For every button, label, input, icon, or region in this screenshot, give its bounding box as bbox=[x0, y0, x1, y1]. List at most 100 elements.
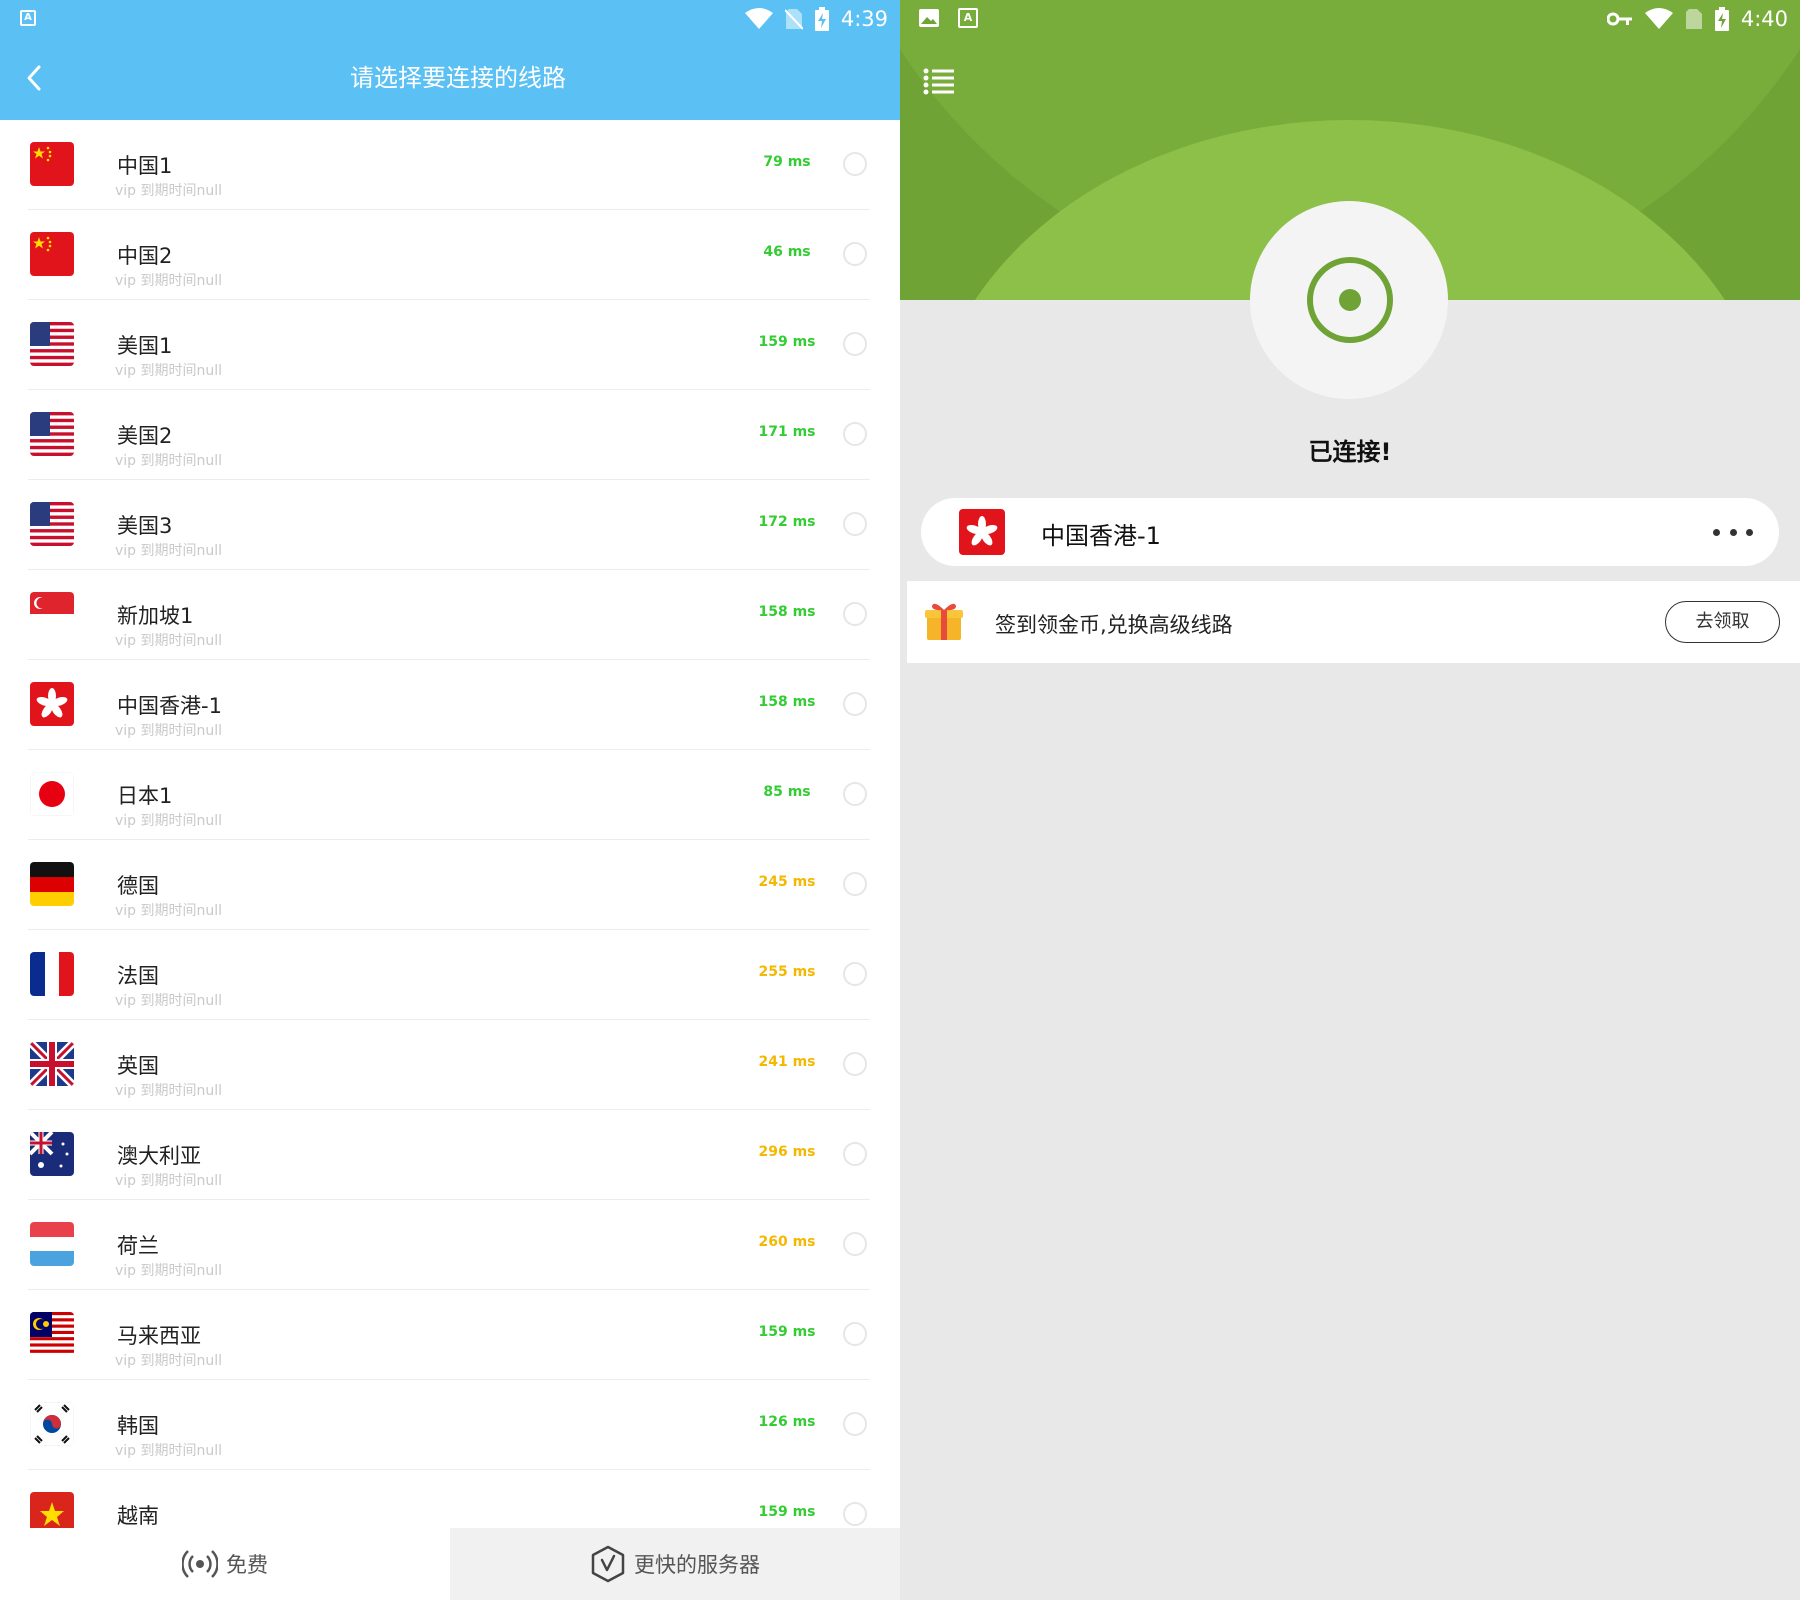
cn-flag-icon bbox=[30, 232, 74, 276]
server-radio-button[interactable] bbox=[843, 1142, 867, 1166]
server-list[interactable]: 中国1 vip 到期时间null 79 ms 中国2 vip 到期时间null 46 ms… bbox=[0, 120, 900, 1528]
no-sim-icon bbox=[1685, 9, 1702, 29]
server-radio-button[interactable] bbox=[843, 872, 867, 896]
claim-button[interactable]: 去领取 bbox=[1665, 601, 1780, 643]
more-options-icon[interactable] bbox=[1713, 520, 1753, 544]
server-row[interactable]: 美国3 vip 到期时间null 172 ms bbox=[0, 480, 900, 570]
connected-power-icon bbox=[1307, 257, 1393, 343]
server-name: 美国2 bbox=[117, 424, 173, 448]
server-name: 德国 bbox=[117, 874, 159, 898]
reward-banner: 签到领金币,兑换高级线路 去领取 bbox=[907, 581, 1800, 663]
server-vip-expiry: vip 到期时间null bbox=[115, 1083, 223, 1099]
status-time: 4:39 bbox=[840, 7, 888, 31]
tab-free[interactable]: 免费 bbox=[0, 1528, 450, 1600]
server-vip-expiry: vip 到期时间null bbox=[115, 993, 223, 1009]
server-vip-expiry: vip 到期时间null bbox=[115, 453, 223, 469]
server-name: 澳大利亚 bbox=[117, 1144, 201, 1168]
current-server-card[interactable]: 中国香港-1 bbox=[921, 498, 1779, 566]
server-vip-expiry: vip 到期时间null bbox=[115, 1353, 223, 1369]
server-row[interactable]: 新加坡1 vip 到期时间null 158 ms bbox=[0, 570, 900, 660]
server-vip-expiry: vip 到期时间null bbox=[115, 1173, 223, 1189]
server-row[interactable]: 美国1 vip 到期时间null 159 ms bbox=[0, 300, 900, 390]
server-name: 日本1 bbox=[117, 784, 173, 808]
de-flag-icon bbox=[30, 862, 74, 906]
server-radio-button[interactable] bbox=[843, 962, 867, 986]
server-latency: 85 ms bbox=[763, 784, 811, 800]
server-latency: 158 ms bbox=[758, 604, 816, 620]
server-name: 荷兰 bbox=[117, 1234, 159, 1258]
server-radio-button[interactable] bbox=[843, 1322, 867, 1346]
fr-flag-icon bbox=[30, 952, 74, 996]
server-row[interactable]: 越南 159 ms bbox=[0, 1470, 900, 1528]
server-radio-button[interactable] bbox=[843, 512, 867, 536]
server-vip-expiry: vip 到期时间null bbox=[115, 183, 223, 199]
server-vip-expiry: vip 到期时间null bbox=[115, 813, 223, 829]
server-row[interactable]: 中国1 vip 到期时间null 79 ms bbox=[0, 120, 900, 210]
server-row[interactable]: 法国 vip 到期时间null 255 ms bbox=[0, 930, 900, 1020]
us-flag-icon bbox=[30, 322, 74, 366]
server-row[interactable]: 澳大利亚 vip 到期时间null 296 ms bbox=[0, 1110, 900, 1200]
server-radio-button[interactable] bbox=[843, 782, 867, 806]
nl-flag-icon bbox=[30, 1222, 74, 1266]
menu-list-icon[interactable] bbox=[922, 66, 956, 96]
au-flag-icon bbox=[30, 1132, 74, 1176]
server-name: 美国3 bbox=[117, 514, 173, 538]
hk-flag-icon bbox=[30, 682, 74, 726]
server-radio-button[interactable] bbox=[843, 692, 867, 716]
tab-faster-label: 更快的服务器 bbox=[634, 1553, 760, 1577]
server-row[interactable]: 韩国 vip 到期时间null 126 ms bbox=[0, 1380, 900, 1470]
broadcast-icon bbox=[182, 1550, 218, 1578]
status-bar: A 4:40 bbox=[900, 0, 1800, 37]
server-latency: 158 ms bbox=[758, 694, 816, 710]
server-latency: 159 ms bbox=[758, 334, 816, 350]
server-name: 美国1 bbox=[117, 334, 173, 358]
server-radio-button[interactable] bbox=[843, 1502, 867, 1526]
server-radio-button[interactable] bbox=[843, 1232, 867, 1256]
server-name: 越南 bbox=[117, 1504, 159, 1528]
server-row[interactable]: 英国 vip 到期时间null 241 ms bbox=[0, 1020, 900, 1110]
my-flag-icon bbox=[30, 1312, 74, 1356]
tab-faster-servers[interactable]: 更快的服务器 bbox=[450, 1528, 900, 1600]
status-bar: A 4:39 bbox=[0, 0, 900, 37]
server-name: 法国 bbox=[117, 964, 159, 988]
server-latency: 255 ms bbox=[758, 964, 816, 980]
server-latency: 171 ms bbox=[758, 424, 816, 440]
vn-flag-icon bbox=[30, 1492, 74, 1528]
gb-flag-icon bbox=[30, 1042, 74, 1086]
server-row[interactable]: 德国 vip 到期时间null 245 ms bbox=[0, 840, 900, 930]
shield-check-icon bbox=[591, 1545, 625, 1583]
bottom-tab-bar: 免费 更快的服务器 bbox=[0, 1528, 900, 1600]
notification-app-icon: A bbox=[20, 10, 36, 26]
server-row[interactable]: 中国2 vip 到期时间null 46 ms bbox=[0, 210, 900, 300]
server-vip-expiry: vip 到期时间null bbox=[115, 1263, 223, 1279]
server-vip-expiry: vip 到期时间null bbox=[115, 273, 223, 289]
connected-screen: A 4:40 已连接! 中国香港-1 签到领金币,兑换高级线路 去领取 bbox=[900, 0, 1800, 1600]
server-latency: 46 ms bbox=[763, 244, 811, 260]
server-radio-button[interactable] bbox=[843, 1052, 867, 1076]
server-radio-button[interactable] bbox=[843, 332, 867, 356]
server-row[interactable]: 荷兰 vip 到期时间null 260 ms bbox=[0, 1200, 900, 1290]
server-row[interactable]: 中国香港-1 vip 到期时间null 158 ms bbox=[0, 660, 900, 750]
current-server-name: 中国香港-1 bbox=[1041, 522, 1161, 550]
server-row[interactable]: 日本1 vip 到期时间null 85 ms bbox=[0, 750, 900, 840]
server-select-screen: A 4:39 请选择要连接的线路 中国1 vip 到期时间null 79 ms 中国2… bbox=[0, 0, 900, 1600]
sg-flag-icon bbox=[30, 592, 74, 636]
server-radio-button[interactable] bbox=[843, 602, 867, 626]
server-radio-button[interactable] bbox=[843, 242, 867, 266]
server-radio-button[interactable] bbox=[843, 152, 867, 176]
server-name: 韩国 bbox=[117, 1414, 159, 1438]
server-latency: 241 ms bbox=[758, 1054, 816, 1070]
server-latency: 172 ms bbox=[758, 514, 816, 530]
server-vip-expiry: vip 到期时间null bbox=[115, 543, 223, 559]
server-row[interactable]: 美国2 vip 到期时间null 171 ms bbox=[0, 390, 900, 480]
connection-status-text: 已连接! bbox=[1308, 438, 1392, 466]
server-vip-expiry: vip 到期时间null bbox=[115, 723, 223, 739]
reward-text: 签到领金币,兑换高级线路 bbox=[995, 613, 1233, 637]
tab-free-label: 免费 bbox=[226, 1553, 268, 1577]
status-time: 4:40 bbox=[1740, 7, 1788, 31]
us-flag-icon bbox=[30, 412, 74, 456]
server-radio-button[interactable] bbox=[843, 1412, 867, 1436]
server-row[interactable]: 马来西亚 vip 到期时间null 159 ms bbox=[0, 1290, 900, 1380]
server-name: 中国香港-1 bbox=[117, 694, 222, 718]
server-radio-button[interactable] bbox=[843, 422, 867, 446]
